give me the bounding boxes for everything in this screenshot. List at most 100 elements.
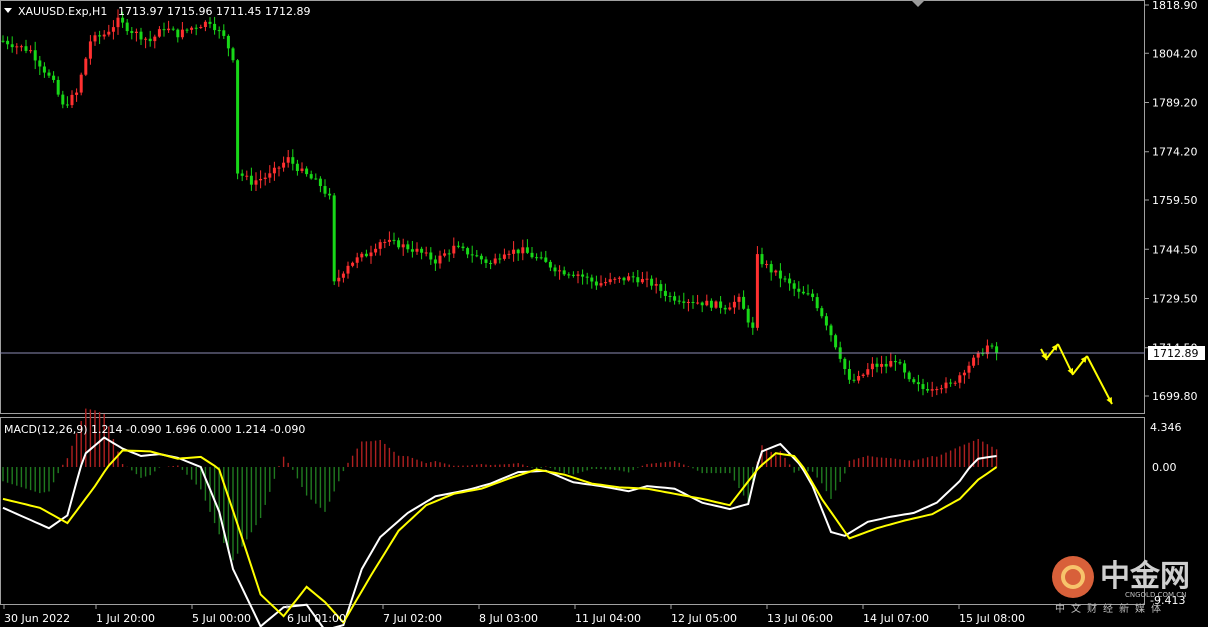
candle-body <box>309 174 313 179</box>
candle-body <box>571 274 575 276</box>
candle-body <box>231 48 235 61</box>
candle-body <box>558 270 562 272</box>
candle-body <box>387 239 391 242</box>
candle-body <box>576 274 580 276</box>
price-tick-label: 1818.90 <box>1152 0 1198 12</box>
candle-body <box>259 178 263 181</box>
candle-body <box>424 252 428 254</box>
candles-layer <box>1 9 999 397</box>
candle-body <box>167 28 171 31</box>
candle-body <box>645 278 649 280</box>
price-tick-label: 1699.80 <box>1152 390 1198 403</box>
candle-body <box>613 278 617 280</box>
candle-body <box>939 388 943 390</box>
candle-body <box>263 177 267 179</box>
candle-body <box>116 17 120 28</box>
candle-body <box>659 284 663 291</box>
candle-body <box>788 278 792 284</box>
candle-body <box>530 252 534 258</box>
candle-body <box>723 307 727 310</box>
candle-body <box>15 46 19 48</box>
candle-body <box>139 31 143 40</box>
candle-body <box>144 38 148 40</box>
candle-body <box>640 278 644 283</box>
candle-body <box>401 244 405 248</box>
candle-body <box>769 264 773 273</box>
candle-body <box>916 382 920 385</box>
trading-chart[interactable]: 1818.90 1804.20 1789.20 1774.20 1759.50 1744.… <box>0 0 1208 627</box>
candle-body <box>410 249 414 252</box>
price-tick-label: 1789.20 <box>1152 97 1198 110</box>
candle-body <box>631 276 635 278</box>
price-tick-label: 1804.20 <box>1152 47 1198 60</box>
candle-body <box>157 29 161 37</box>
candle-body <box>374 248 378 253</box>
candle-body <box>617 277 621 279</box>
candle-body <box>406 244 410 250</box>
watermark-brand: 中金网 <box>1100 559 1190 594</box>
candle-body <box>254 180 258 185</box>
candle-body <box>461 246 465 249</box>
candle-body <box>553 267 557 272</box>
candle-body <box>516 249 520 254</box>
candle-body <box>884 363 888 367</box>
candle-body <box>857 375 861 381</box>
candle-body <box>668 295 672 297</box>
candle-body <box>774 270 778 273</box>
candle-body <box>98 35 102 37</box>
candle-body <box>47 72 51 76</box>
time-tick-label: 15 Jul 08:00 <box>959 612 1025 625</box>
candle-body <box>751 322 755 328</box>
candle-body <box>700 302 704 306</box>
candle-body <box>829 325 833 336</box>
time-tick-label: 5 Jul 00:00 <box>192 612 251 625</box>
time-tick-label: 12 Jul 05:00 <box>671 612 737 625</box>
candle-body <box>673 296 677 301</box>
candle-body <box>847 369 851 380</box>
candle-body <box>24 46 28 51</box>
macd-zero-label: 0.00 <box>1152 461 1177 474</box>
candle-body <box>475 255 479 257</box>
candle-body <box>420 248 424 253</box>
candle-body <box>728 307 732 310</box>
macd-label: MACD(12,26,9) 1.214 -0.090 1.696 0.000 1… <box>4 423 305 436</box>
candle-body <box>737 296 741 302</box>
watermark-tagline: 中文财经新媒体 <box>1055 602 1167 615</box>
candle-body <box>548 261 552 268</box>
candle-body <box>314 178 318 180</box>
candle-body <box>429 252 433 260</box>
candle-body <box>691 301 695 303</box>
candle-body <box>801 291 805 294</box>
candle-body <box>282 162 286 168</box>
time-tick-label: 6 Jul 01:00 <box>287 612 346 625</box>
symbol-menu-icon[interactable] <box>4 8 12 13</box>
candle-body <box>627 276 631 281</box>
candle-body <box>443 253 447 256</box>
candle-body <box>967 365 971 373</box>
candle-body <box>765 264 769 266</box>
candle-body <box>452 245 456 254</box>
candle-body <box>682 301 686 303</box>
candle-body <box>907 372 911 380</box>
candle-body <box>866 369 870 375</box>
candle-body <box>875 363 879 367</box>
watermark-url: CNGOLD.COM.CN <box>1125 591 1186 599</box>
candle-body <box>861 374 865 376</box>
current-price-label: 1712.89 <box>1153 347 1199 360</box>
candle-body <box>512 249 516 254</box>
time-tick-label: 8 Jul 03:00 <box>479 612 538 625</box>
watermark-logo-icon <box>1052 556 1094 598</box>
price-tick-label: 1774.20 <box>1152 146 1198 159</box>
candle-body <box>291 157 295 164</box>
candle-body <box>962 372 966 376</box>
candle-body <box>608 279 612 283</box>
candle-body <box>397 240 401 248</box>
candle-body <box>300 168 304 171</box>
candle-body <box>236 60 240 174</box>
candle-body <box>732 301 736 308</box>
scroll-marker-icon[interactable] <box>911 0 925 7</box>
candle-body <box>199 26 203 28</box>
candle-body <box>369 252 373 257</box>
candle-body <box>746 308 750 323</box>
candle-body <box>10 44 14 48</box>
